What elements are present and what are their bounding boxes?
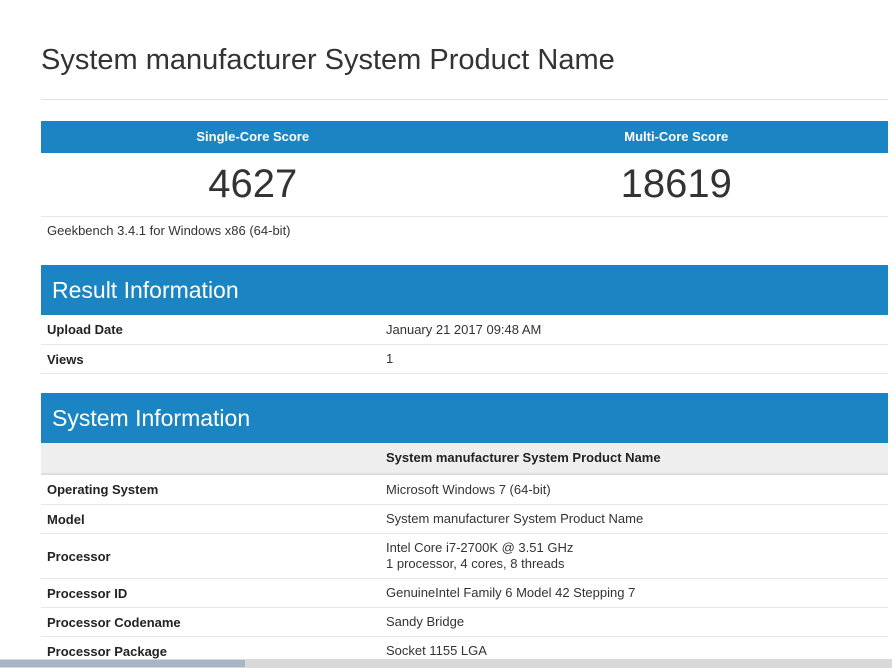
row-value: System manufacturer System Product Name bbox=[386, 511, 644, 526]
title-divider bbox=[41, 99, 888, 100]
table-row: Operating System Microsoft Windows 7 (64… bbox=[41, 475, 888, 505]
row-value: Intel Core i7-2700K @ 3.51 GHz 1 process… bbox=[380, 540, 888, 572]
processor-topology: 1 processor, 4 cores, 8 threads bbox=[386, 556, 565, 571]
multi-core-score-label: Multi-Core Score bbox=[624, 129, 729, 144]
table-row: Processor Codename Sandy Bridge bbox=[41, 608, 888, 637]
score-values: 4627 18619 bbox=[41, 153, 888, 217]
column-header-label: System manufacturer System Product Name bbox=[386, 450, 661, 465]
page-title: System manufacturer System Product Name bbox=[41, 44, 615, 76]
system-information-table: System manufacturer System Product Name … bbox=[41, 443, 888, 666]
system-information-heading: System Information bbox=[41, 393, 888, 443]
row-key: Processor ID bbox=[47, 585, 128, 601]
scrollbar-thumb[interactable] bbox=[0, 660, 245, 667]
multi-core-score-value: 18619 bbox=[620, 162, 732, 206]
row-key: Processor bbox=[47, 548, 111, 564]
table-column-header: System manufacturer System Product Name bbox=[41, 443, 888, 475]
row-key: Upload Date bbox=[47, 322, 123, 337]
table-row: Model System manufacturer System Product… bbox=[41, 505, 888, 534]
table-row: Views 1 bbox=[41, 345, 888, 374]
single-core-score-label: Single-Core Score bbox=[196, 129, 310, 144]
table-row: Upload Date January 21 2017 09:48 AM bbox=[41, 315, 888, 345]
table-row: Processor ID GenuineIntel Family 6 Model… bbox=[41, 579, 888, 608]
row-value: Microsoft Windows 7 (64-bit) bbox=[386, 481, 551, 497]
row-value: GenuineIntel Family 6 Model 42 Stepping … bbox=[386, 585, 636, 600]
table-row: Processor Intel Core i7-2700K @ 3.51 GHz… bbox=[41, 534, 888, 579]
result-information-heading: Result Information bbox=[41, 265, 888, 315]
single-core-score-value: 4627 bbox=[208, 162, 298, 206]
row-value: Socket 1155 LGA bbox=[386, 643, 487, 658]
row-value: Sandy Bridge bbox=[386, 614, 465, 629]
score-header: Single-Core Score Multi-Core Score bbox=[41, 121, 888, 153]
result-information-table: Upload Date January 21 2017 09:48 AM Vie… bbox=[41, 315, 888, 374]
row-key: Model bbox=[47, 511, 85, 527]
row-key: Processor Package bbox=[47, 643, 167, 659]
benchmark-version: Geekbench 3.4.1 for Windows x86 (64-bit) bbox=[47, 223, 291, 238]
row-key: Views bbox=[47, 351, 84, 367]
row-key: Processor Codename bbox=[47, 614, 181, 630]
row-value: 1 bbox=[386, 351, 394, 366]
row-key: Operating System bbox=[47, 482, 159, 497]
processor-name: Intel Core i7-2700K @ 3.51 GHz bbox=[386, 540, 574, 555]
horizontal-scrollbar[interactable] bbox=[0, 659, 892, 668]
row-value: January 21 2017 09:48 AM bbox=[386, 321, 542, 337]
